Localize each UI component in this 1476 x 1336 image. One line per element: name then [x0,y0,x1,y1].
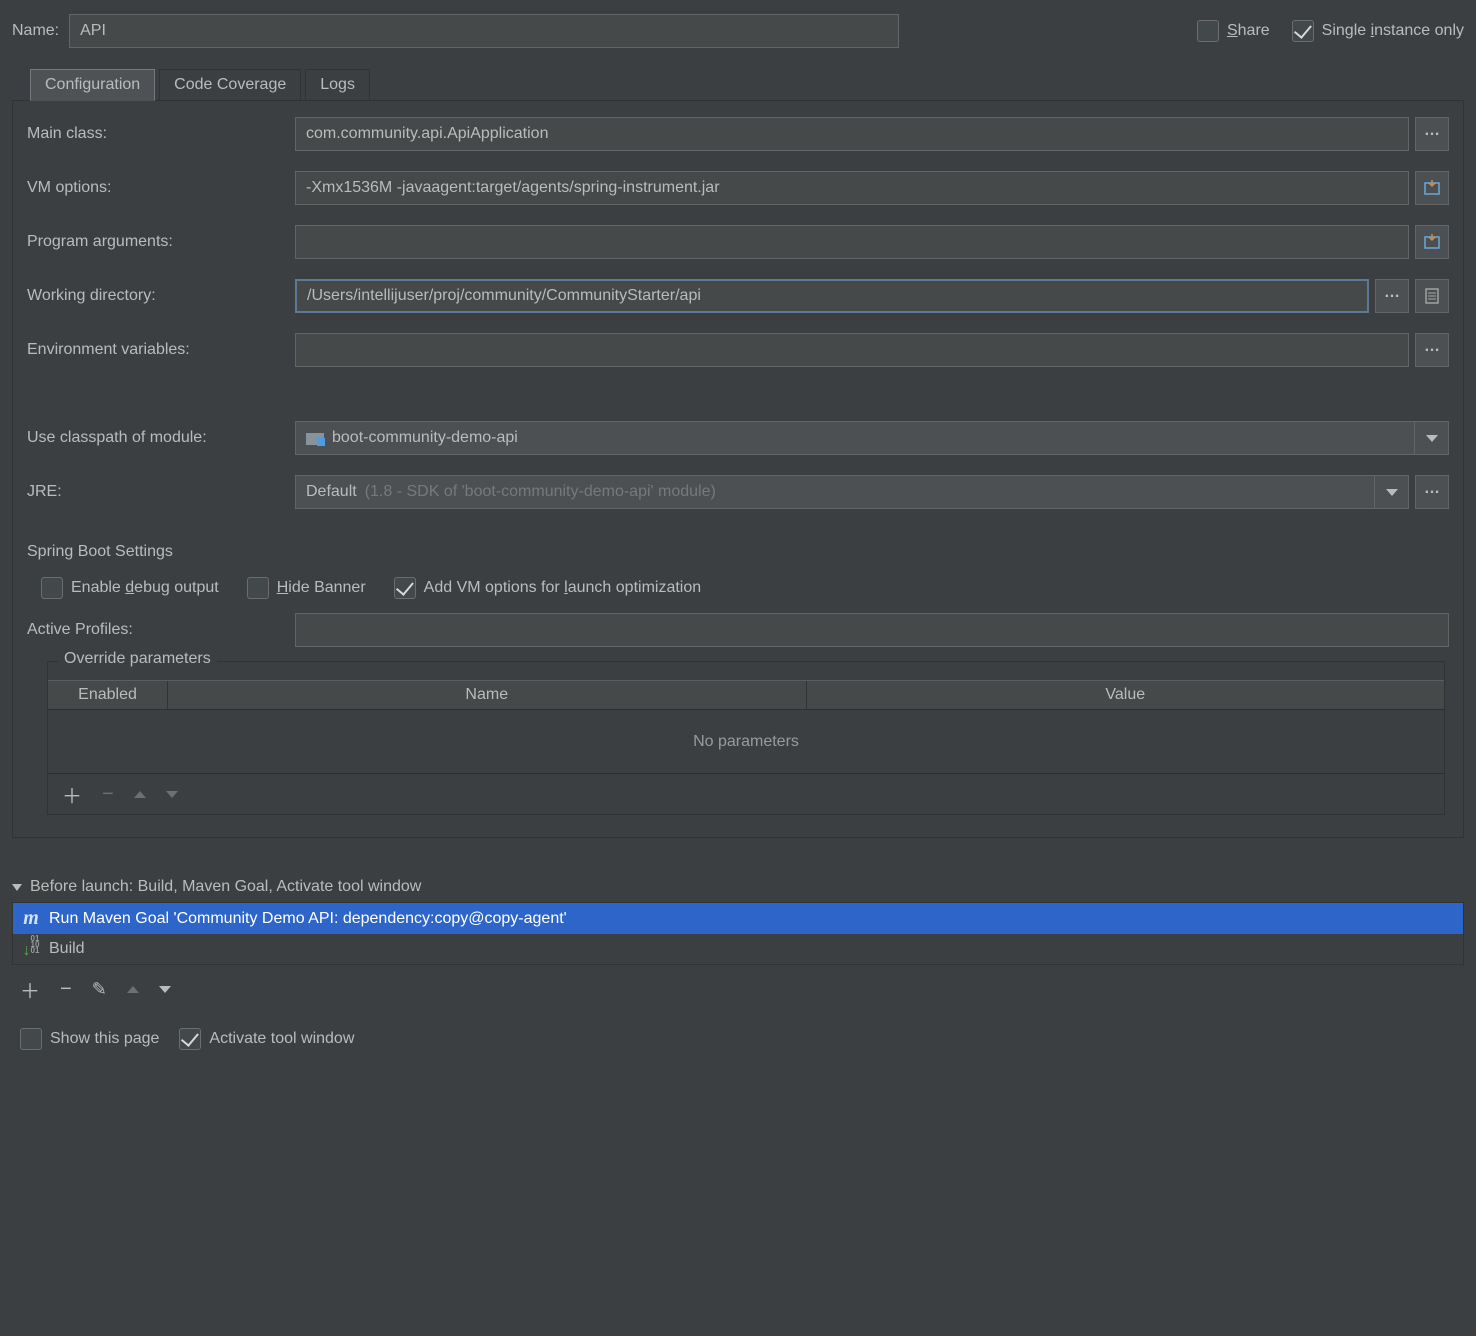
checkbox-icon [394,577,416,599]
env-vars-label: Environment variables: [27,341,295,359]
checkbox-icon [1197,20,1219,42]
browse-env-vars-button[interactable] [1415,333,1449,367]
show-this-page-checkbox[interactable]: Show this page [20,1028,159,1050]
tab-code-coverage[interactable]: Code Coverage [159,69,301,101]
hide-banner-checkbox[interactable]: Hide Banner [247,577,366,599]
enable-debug-checkbox[interactable]: Enable debug output [41,577,219,599]
expand-vm-options-button[interactable] [1415,171,1449,205]
override-table-empty: No parameters [48,710,1444,774]
jre-hint: (1.8 - SDK of 'boot-community-demo-api' … [365,483,716,501]
bl-item-label: Run Maven Goal 'Community Demo API: depe… [49,910,567,928]
single-instance-label: Single instance only [1322,22,1464,40]
vm-launch-label: Add VM options for launch optimization [424,579,702,597]
checkbox-icon [247,577,269,599]
bl-move-up-button[interactable] [127,986,139,993]
activate-win-label: Activate tool window [209,1030,354,1048]
jre-value: Default [306,483,357,501]
bl-item-label: Build [49,940,85,958]
override-table-header: Enabled Name Value [48,680,1444,710]
checkbox-icon [1292,20,1314,42]
before-launch-toggle[interactable]: Before launch: Build, Maven Goal, Activa… [12,878,1464,896]
before-launch-item-build[interactable]: ↓011001 Build [13,934,1463,964]
activate-tool-window-checkbox[interactable]: Activate tool window [179,1028,354,1050]
browse-main-class-button[interactable] [1415,117,1449,151]
browse-working-dir-button[interactable] [1375,279,1409,313]
program-args-label: Program arguments: [27,233,295,251]
add-param-button[interactable]: ＋ [62,780,82,809]
chevron-down-icon [1426,435,1438,442]
bl-remove-button[interactable]: − [60,978,72,1001]
build-icon: ↓011001 [21,938,41,960]
expand-program-args-button[interactable] [1415,225,1449,259]
main-class-label: Main class: [27,125,295,143]
working-dir-label: Working directory: [27,287,295,305]
chevron-down-icon [1386,489,1398,496]
classpath-label: Use classpath of module: [27,429,295,447]
col-enabled[interactable]: Enabled [48,681,168,709]
active-profiles-label: Active Profiles: [27,621,295,639]
classpath-module-select[interactable]: boot-community-demo-api [295,421,1449,455]
working-dir-macro-button[interactable] [1415,279,1449,313]
checkbox-icon [20,1028,42,1050]
spring-boot-settings-title: Spring Boot Settings [27,543,1449,561]
jre-select[interactable]: Default (1.8 - SDK of 'boot-community-de… [295,475,1409,509]
classpath-value: boot-community-demo-api [332,429,518,447]
chevron-down-icon [12,884,22,891]
working-dir-input[interactable] [295,279,1369,313]
single-instance-checkbox[interactable]: Single instance only [1292,20,1464,42]
bl-add-button[interactable]: ＋ [20,975,40,1004]
active-profiles-input[interactable] [295,613,1449,647]
remove-param-button[interactable]: − [102,783,114,806]
bl-edit-button[interactable]: ✎ [92,979,107,1000]
name-input[interactable] [69,14,899,48]
vm-options-input[interactable] [295,171,1409,205]
vm-options-label: VM options: [27,179,295,197]
checkbox-icon [179,1028,201,1050]
jre-label: JRE: [27,483,295,501]
name-label: Name: [12,22,59,40]
before-launch-title: Before launch: Build, Maven Goal, Activa… [30,878,421,896]
hide-banner-label: Hide Banner [277,579,366,597]
tab-configuration[interactable]: Configuration [30,69,155,101]
vm-launch-checkbox[interactable]: Add VM options for launch optimization [394,577,702,599]
share-label: Share [1227,22,1270,40]
browse-jre-button[interactable] [1415,475,1449,509]
show-page-label: Show this page [50,1030,159,1048]
bl-move-down-button[interactable] [159,986,171,993]
program-args-input[interactable] [295,225,1409,259]
env-vars-input[interactable] [295,333,1409,367]
override-parameters-title: Override parameters [58,650,217,668]
col-name[interactable]: Name [168,681,807,709]
before-launch-item-maven[interactable]: m Run Maven Goal 'Community Demo API: de… [13,903,1463,934]
main-class-input[interactable] [295,117,1409,151]
move-down-button[interactable] [166,791,178,798]
share-checkbox[interactable]: Share [1197,20,1270,42]
maven-icon: m [21,907,41,930]
checkbox-icon [41,577,63,599]
tab-logs[interactable]: Logs [305,69,370,101]
col-value[interactable]: Value [807,681,1445,709]
move-up-button[interactable] [134,791,146,798]
module-folder-icon [306,431,324,445]
enable-debug-label: Enable debug output [71,579,219,597]
